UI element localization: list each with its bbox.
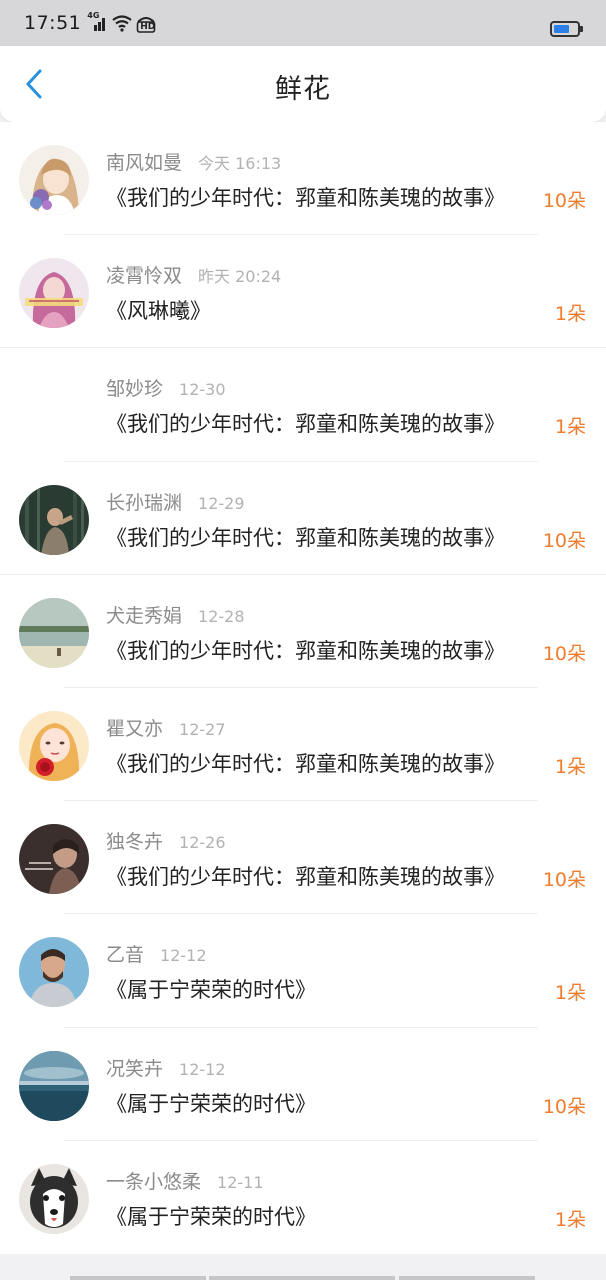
book-title[interactable]: 《属于宁荣荣的时代》: [106, 1201, 316, 1231]
user-name[interactable]: 犬走秀娟: [106, 601, 182, 628]
lake-landscape-avatar-icon: [19, 597, 89, 668]
avatar: [19, 597, 89, 668]
avatar: [19, 1050, 89, 1121]
avatar: [19, 937, 89, 1008]
item-time: 12-12: [160, 946, 207, 966]
hd-label: HD: [140, 22, 156, 32]
item-meta: 独冬卉 12-26: [106, 827, 226, 854]
book-title[interactable]: 《我们的少年时代：郛童和陈美瑰的故事》: [106, 861, 505, 891]
item-time: 12-28: [198, 606, 245, 626]
avatar: [19, 371, 89, 442]
flower-count: 10朵: [542, 529, 586, 552]
status-icons: 4G HD: [87, 11, 157, 33]
list-item[interactable]: 乙音 12-12 《属于宁荣荣的时代》 1朵: [0, 914, 606, 1028]
book-title[interactable]: 《属于宁荣荣的时代》: [106, 1088, 316, 1118]
flower-count: 1朵: [554, 982, 586, 1005]
book-title[interactable]: 《我们的少年时代：郛童和陈美瑰的故事》: [106, 182, 505, 212]
list-item[interactable]: 一条小悠柔 12-11 《属于宁荣荣的时代》 1朵: [0, 1141, 606, 1254]
item-time: 12-26: [179, 833, 226, 853]
item-meta: 况笑卉 12-12: [106, 1054, 226, 1081]
husky-dog-avatar-icon: [19, 1163, 89, 1234]
user-name[interactable]: 凌霄怜双: [106, 261, 182, 288]
list-item[interactable]: 凌霄怜双 昨天 20:24 《风琳曦》 1朵: [0, 235, 606, 349]
list-item[interactable]: 邹妙珍 12-30 《我们的少年时代：郛童和陈美瑰的故事》 1朵: [0, 348, 606, 462]
list-item[interactable]: 况笑卉 12-12 《属于宁荣荣的时代》 10朵: [0, 1028, 606, 1141]
flower-count: 10朵: [542, 1095, 586, 1118]
ocean-avatar-icon: [19, 1050, 89, 1121]
hd-icon: HD: [135, 13, 157, 33]
list-item[interactable]: 独冬卉 12-26 《我们的少年时代：郛童和陈美瑰的故事》 10朵: [0, 801, 606, 915]
user-name[interactable]: 一条小悠柔: [106, 1167, 201, 1194]
avatar: [19, 258, 89, 329]
anime-girl-avatar-icon: [19, 145, 89, 215]
item-meta: 一条小悠柔 12-11: [106, 1167, 264, 1194]
network-type-label: 4G: [87, 11, 100, 20]
status-time: 17:51: [24, 12, 82, 34]
avatar: [19, 145, 89, 215]
item-time: 昨天 20:24: [198, 267, 282, 287]
list-item[interactable]: 长孙瑞渊 12-29 《我们的少年时代：郛童和陈美瑰的故事》 10朵: [0, 462, 606, 575]
list-item[interactable]: 南风如曼 今天 16:13 《我们的少年时代：郛童和陈美瑰的故事》 10朵: [0, 122, 606, 236]
blank-avatar-icon: [19, 371, 89, 442]
book-title[interactable]: 《属于宁荣荣的时代》: [106, 974, 316, 1004]
book-title[interactable]: 《我们的少年时代：郛童和陈美瑰的故事》: [106, 748, 505, 778]
user-name[interactable]: 瞿又亦: [106, 714, 163, 741]
user-name[interactable]: 独冬卉: [106, 827, 163, 854]
avatar: [19, 1163, 89, 1234]
wifi-icon: [111, 14, 133, 32]
user-name[interactable]: 乙音: [106, 940, 144, 967]
nav-header: 鲜花: [0, 46, 606, 122]
flower-count: 10朵: [542, 190, 586, 212]
item-meta: 长孙瑞渊 12-29: [106, 488, 245, 515]
item-meta: 乙音 12-12: [106, 940, 207, 967]
avatar: [19, 710, 89, 781]
user-name[interactable]: 南风如曼: [106, 148, 182, 175]
flower-count: 1朵: [554, 303, 586, 326]
flower-count: 1朵: [554, 755, 586, 778]
flower-count: 10朵: [542, 869, 586, 892]
item-time: 12-12: [179, 1059, 226, 1079]
avatar: [19, 824, 89, 895]
book-title[interactable]: 《我们的少年时代：郛童和陈美瑰的故事》: [106, 408, 505, 438]
girl-with-rose-avatar-icon: [19, 710, 89, 781]
user-name[interactable]: 邹妙珍: [106, 374, 163, 401]
list-item[interactable]: 犬走秀娟 12-28 《我们的少年时代：郛童和陈美瑰的故事》 10朵: [0, 575, 606, 688]
item-time: 12-29: [198, 493, 245, 513]
battery-icon: [550, 21, 583, 37]
flower-count: 1朵: [554, 1208, 586, 1231]
forest-man-avatar-icon: [19, 484, 89, 555]
avatar: [19, 484, 89, 555]
item-time: 12-27: [179, 719, 226, 739]
item-meta: 凌霄怜双 昨天 20:24: [106, 261, 281, 288]
list-item[interactable]: 瞿又亦 12-27 《我们的少年时代：郛童和陈美瑰的故事》 1朵: [0, 688, 606, 802]
bearded-man-avatar-icon: [19, 937, 89, 1008]
flower-count: 1朵: [554, 416, 586, 439]
book-title[interactable]: 《我们的少年时代：郛童和陈美瑰的故事》: [106, 522, 505, 552]
item-time: 12-30: [179, 380, 226, 400]
flower-count: 10朵: [542, 642, 586, 665]
dark-photo-avatar-icon: [19, 824, 89, 895]
status-bar: 17:51 4G HD: [0, 0, 606, 46]
user-name[interactable]: 长孙瑞渊: [106, 488, 182, 515]
item-meta: 犬走秀娟 12-28: [106, 601, 245, 628]
flower-list: 南风如曼 今天 16:13 《我们的少年时代：郛童和陈美瑰的故事》 10朵 凌霄…: [0, 122, 606, 1254]
signal-icon: 4G: [87, 11, 109, 32]
item-time: 12-11: [217, 1172, 264, 1192]
book-title[interactable]: 《我们的少年时代：郛童和陈美瑰的故事》: [106, 635, 505, 665]
bottom-strip: [0, 1254, 606, 1280]
pink-hair-girl-avatar-icon: [19, 258, 89, 329]
page-title: 鲜花: [275, 74, 331, 105]
item-meta: 瞿又亦 12-27: [106, 714, 226, 741]
item-meta: 邹妙珍 12-30: [106, 374, 226, 401]
item-time: 今天 16:13: [198, 154, 282, 173]
item-meta: 南风如曼 今天 16:13: [106, 148, 281, 175]
user-name[interactable]: 况笑卉: [106, 1054, 163, 1081]
book-title[interactable]: 《风琳曦》: [106, 295, 211, 325]
